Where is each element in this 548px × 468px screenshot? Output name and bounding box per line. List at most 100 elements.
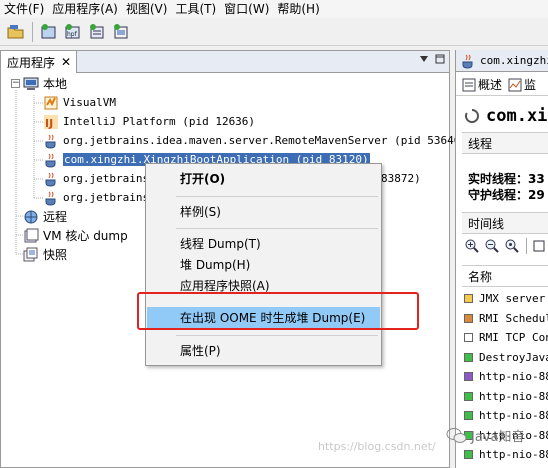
view-icon[interactable]: [533, 238, 545, 254]
zoom-in-icon[interactable]: [464, 238, 480, 254]
application-title-text: com.xin: [486, 106, 548, 126]
intellij-icon: IJ: [43, 114, 59, 130]
watermark-wechat-text: Java知音: [471, 430, 525, 445]
application-detail-panel: com.xingzhi. 概述 监 com.xin 线程 实时线程：33 守护线…: [455, 50, 548, 468]
close-icon[interactable]: ✕: [61, 55, 71, 69]
menu-help[interactable]: 帮助(H): [273, 0, 323, 18]
maximize-icon[interactable]: [435, 54, 445, 64]
java-cup-icon: [462, 54, 473, 69]
zoom-fit-icon[interactable]: [504, 238, 520, 254]
menu-item-sample[interactable]: 样例(S): [147, 201, 380, 222]
thread-name-column-header[interactable]: 名称: [462, 265, 548, 287]
tree-app-label: IntelliJ Platform (pid 12636): [63, 115, 256, 128]
zoom-out-icon[interactable]: [484, 238, 500, 254]
thread-name: http-nio-888: [479, 409, 548, 422]
menu-separator: [176, 228, 378, 229]
java-cup-icon: [43, 171, 59, 187]
tree-app-label: org.jetbrains.: [63, 191, 156, 204]
timeline-section-label: 时间线: [468, 216, 505, 231]
tree-node-snapshots-label: 快照: [43, 248, 68, 262]
add-heap-dump-button[interactable]: hpf: [63, 22, 83, 42]
tree-collapse-toggle[interactable]: −: [11, 79, 20, 88]
tree-app-intellij[interactable]: IJ IntelliJ Platform (pid 12636): [43, 112, 255, 131]
add-snapshot-button[interactable]: [111, 22, 131, 42]
menu-item-properties[interactable]: 属性(P): [147, 340, 380, 361]
tree-app-label: org.jetbrains.: [63, 172, 156, 185]
minimize-icon[interactable]: [419, 54, 429, 64]
menu-item-open[interactable]: 打开(O): [147, 168, 380, 189]
thread-row[interactable]: JMX server c: [464, 289, 548, 308]
daemon-threads-count: 守护线程：29: [468, 188, 545, 202]
menu-application[interactable]: 应用程序(A): [48, 0, 122, 18]
open-file-button[interactable]: [6, 22, 26, 42]
tree-node-local[interactable]: 本地: [23, 74, 67, 93]
watermark-url: https://blog.csdn.net/: [318, 440, 436, 453]
add-thread-dump-button[interactable]: [87, 22, 107, 42]
thread-name: http-nio-888: [479, 370, 548, 383]
menu-item-thread-dump[interactable]: 线程 Dump(T): [147, 233, 380, 254]
thread-state-indicator: [464, 294, 473, 303]
thread-name-column-label: 名称: [468, 269, 493, 284]
toolbar: hpf: [0, 18, 548, 46]
overview-icon: [462, 78, 476, 91]
thread-state-indicator: [464, 411, 473, 420]
tab-overview-label: 概述: [478, 78, 503, 92]
thread-state-indicator: [464, 372, 473, 381]
menu-view[interactable]: 视图(V): [122, 0, 172, 18]
menu-item-heap-dump[interactable]: 堆 Dump(H): [147, 254, 380, 275]
thread-state-indicator: [464, 333, 473, 342]
thread-row[interactable]: http-nio-888: [464, 387, 548, 406]
thread-row[interactable]: RMI Schedule: [464, 309, 548, 328]
live-threads-count: 实时线程：33: [468, 172, 545, 186]
tree-node-snapshots[interactable]: 快照: [23, 245, 67, 264]
thread-row[interactable]: http-nio-888: [464, 465, 548, 468]
thread-row[interactable]: http-nio-888: [464, 445, 548, 464]
wechat-logo-icon: [446, 427, 467, 443]
tab-overview[interactable]: 概述: [462, 76, 502, 93]
tree-app-jetbrains[interactable]: org.jetbrains.: [43, 169, 156, 188]
open-folder-icon: [7, 24, 24, 38]
thread-state-indicator: [464, 450, 473, 459]
application-title: com.xin: [464, 106, 548, 126]
thread-row[interactable]: DestroyJavaV: [464, 348, 548, 367]
threads-section-label: 线程: [468, 136, 493, 151]
tree-node-vm-core-dump[interactable]: VM 核心 dump: [23, 226, 128, 245]
thread-name: http-nio-888: [479, 389, 548, 403]
threads-section-header: 线程: [462, 132, 548, 154]
thread-row[interactable]: http-nio-888: [464, 406, 548, 425]
menu-tools[interactable]: 工具(T): [171, 0, 220, 18]
menu-window[interactable]: 窗口(W): [220, 0, 273, 18]
thread-row[interactable]: http-nio-888: [464, 367, 548, 386]
watermark-wechat: Java知音: [446, 426, 524, 445]
tree-app-maven-server[interactable]: org.jetbrains.idea.maven.server.RemoteMa…: [43, 131, 467, 150]
tree-app-jetbrains[interactable]: org.jetbrains.: [43, 188, 156, 207]
java-cup-icon: [43, 190, 59, 206]
thread-name: DestroyJavaV: [479, 350, 548, 364]
remote-host-icon: [23, 209, 39, 225]
application-detail-tab[interactable]: com.xingzhi.: [456, 50, 548, 72]
tree-app-label: org.jetbrains.idea.maven.server.RemoteMa…: [63, 134, 467, 147]
context-menu: 打开(O) 样例(S) 线程 Dump(T) 堆 Dump(H) 应用程序快照(…: [145, 163, 382, 366]
thread-name: JMX server c: [479, 292, 548, 305]
java-cup-icon: [43, 133, 59, 149]
thread-state-indicator: [464, 391, 473, 401]
thread-row[interactable]: RMI TCP Conn: [464, 328, 548, 347]
annotation-highlight-frame: [137, 292, 419, 330]
toolbar-separator: [32, 21, 33, 42]
tree-app-visualvm[interactable]: VisualVM: [43, 93, 116, 112]
tab-monitor[interactable]: 监: [508, 76, 536, 93]
thread-name: RMI TCP Conn: [479, 331, 548, 344]
thread-state-indicator: [464, 352, 473, 362]
tree-node-local-label: 本地: [43, 77, 68, 91]
menu-file[interactable]: 文件(F): [0, 0, 48, 18]
tree-node-vm-core-dump-label: VM 核心 dump: [43, 229, 128, 243]
timeline-section-header: 时间线: [462, 212, 548, 234]
snapshot-icon: [114, 23, 128, 38]
application-detail-tab-label: com.xingzhi.: [480, 54, 548, 67]
menu-separator: [176, 196, 378, 197]
thread-name: RMI Schedule: [479, 311, 548, 325]
add-jmx-button[interactable]: [39, 22, 59, 42]
tree-node-remote[interactable]: 远程: [23, 207, 67, 226]
menu-bar: 文件(F) 应用程序(A) 视图(V) 工具(T) 窗口(W) 帮助(H): [0, 0, 548, 18]
visualvm-icon: [43, 95, 59, 111]
